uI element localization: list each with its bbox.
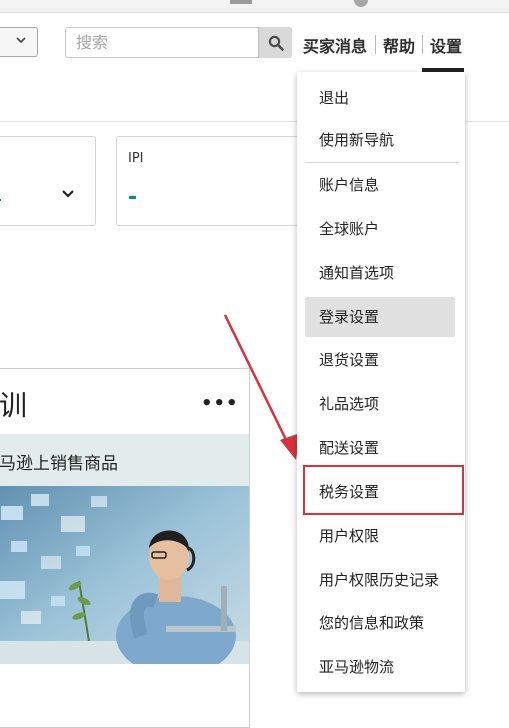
menu-item-notification-preferences[interactable]: 通知首选项 xyxy=(305,253,455,293)
top-strip-circle xyxy=(354,0,368,7)
settings-menu: 退出 使用新导航 账户信息 全球账户 通知首选项 登录设置 退货设置 礼品选项 … xyxy=(297,72,465,692)
top-strip-bar xyxy=(230,0,252,4)
highlight-box xyxy=(303,465,464,515)
menu-item-new-navigation[interactable]: 使用新导航 xyxy=(305,120,455,160)
arrow-annotation xyxy=(223,314,300,460)
menu-item-return-settings[interactable]: 退货设置 xyxy=(305,340,455,380)
course-illustration xyxy=(0,486,249,664)
training-panel: 训 ••• 马逊上销售商品 xyxy=(0,368,250,728)
course-image[interactable] xyxy=(0,486,249,664)
browser-top-strip xyxy=(0,0,509,13)
course-banner[interactable]: 马逊上销售商品 xyxy=(0,434,249,486)
menu-item-account-info[interactable]: 账户信息 xyxy=(305,165,455,205)
chevron-down-icon[interactable] xyxy=(61,189,75,199)
menu-item-logout[interactable]: 退出 xyxy=(305,78,455,118)
menu-item-gift-options[interactable]: 礼品选项 xyxy=(305,384,455,424)
chevron-down-icon xyxy=(16,37,26,44)
menu-item-your-info-policies[interactable]: 您的信息和政策 xyxy=(305,603,455,643)
menu-item-fba[interactable]: 亚马逊物流 xyxy=(305,647,455,687)
nav-settings[interactable]: 设置 xyxy=(430,33,462,57)
menu-divider xyxy=(305,162,458,163)
ipi-card[interactable]: IPI - xyxy=(116,136,316,226)
marketplace-dropdown[interactable] xyxy=(0,27,38,57)
menu-item-global-accounts[interactable]: 全球账户 xyxy=(305,209,455,249)
nav-buyer-messages[interactable]: 买家消息 xyxy=(303,33,367,57)
metric-card[interactable] xyxy=(0,136,96,226)
panel-title: 训 xyxy=(0,389,28,422)
menu-item-permission-history[interactable]: 用户权限历史记录 xyxy=(305,560,455,600)
menu-item-shipping-settings[interactable]: 配送设置 xyxy=(305,428,455,468)
nav-separator xyxy=(422,35,423,54)
metric-value-fragment xyxy=(0,199,1,201)
menu-item-user-permissions[interactable]: 用户权限 xyxy=(305,516,455,556)
nav-separator xyxy=(375,35,376,54)
menu-item-login-settings[interactable]: 登录设置 xyxy=(305,297,455,337)
search-icon xyxy=(268,35,284,51)
search-input[interactable] xyxy=(67,29,266,56)
search-button[interactable] xyxy=(258,27,292,58)
ipi-value: - xyxy=(128,185,138,210)
nav-help[interactable]: 帮助 xyxy=(383,33,415,57)
ipi-label: IPI xyxy=(128,151,144,166)
search-box xyxy=(65,27,292,58)
course-banner-text: 马逊上销售商品 xyxy=(0,454,118,474)
